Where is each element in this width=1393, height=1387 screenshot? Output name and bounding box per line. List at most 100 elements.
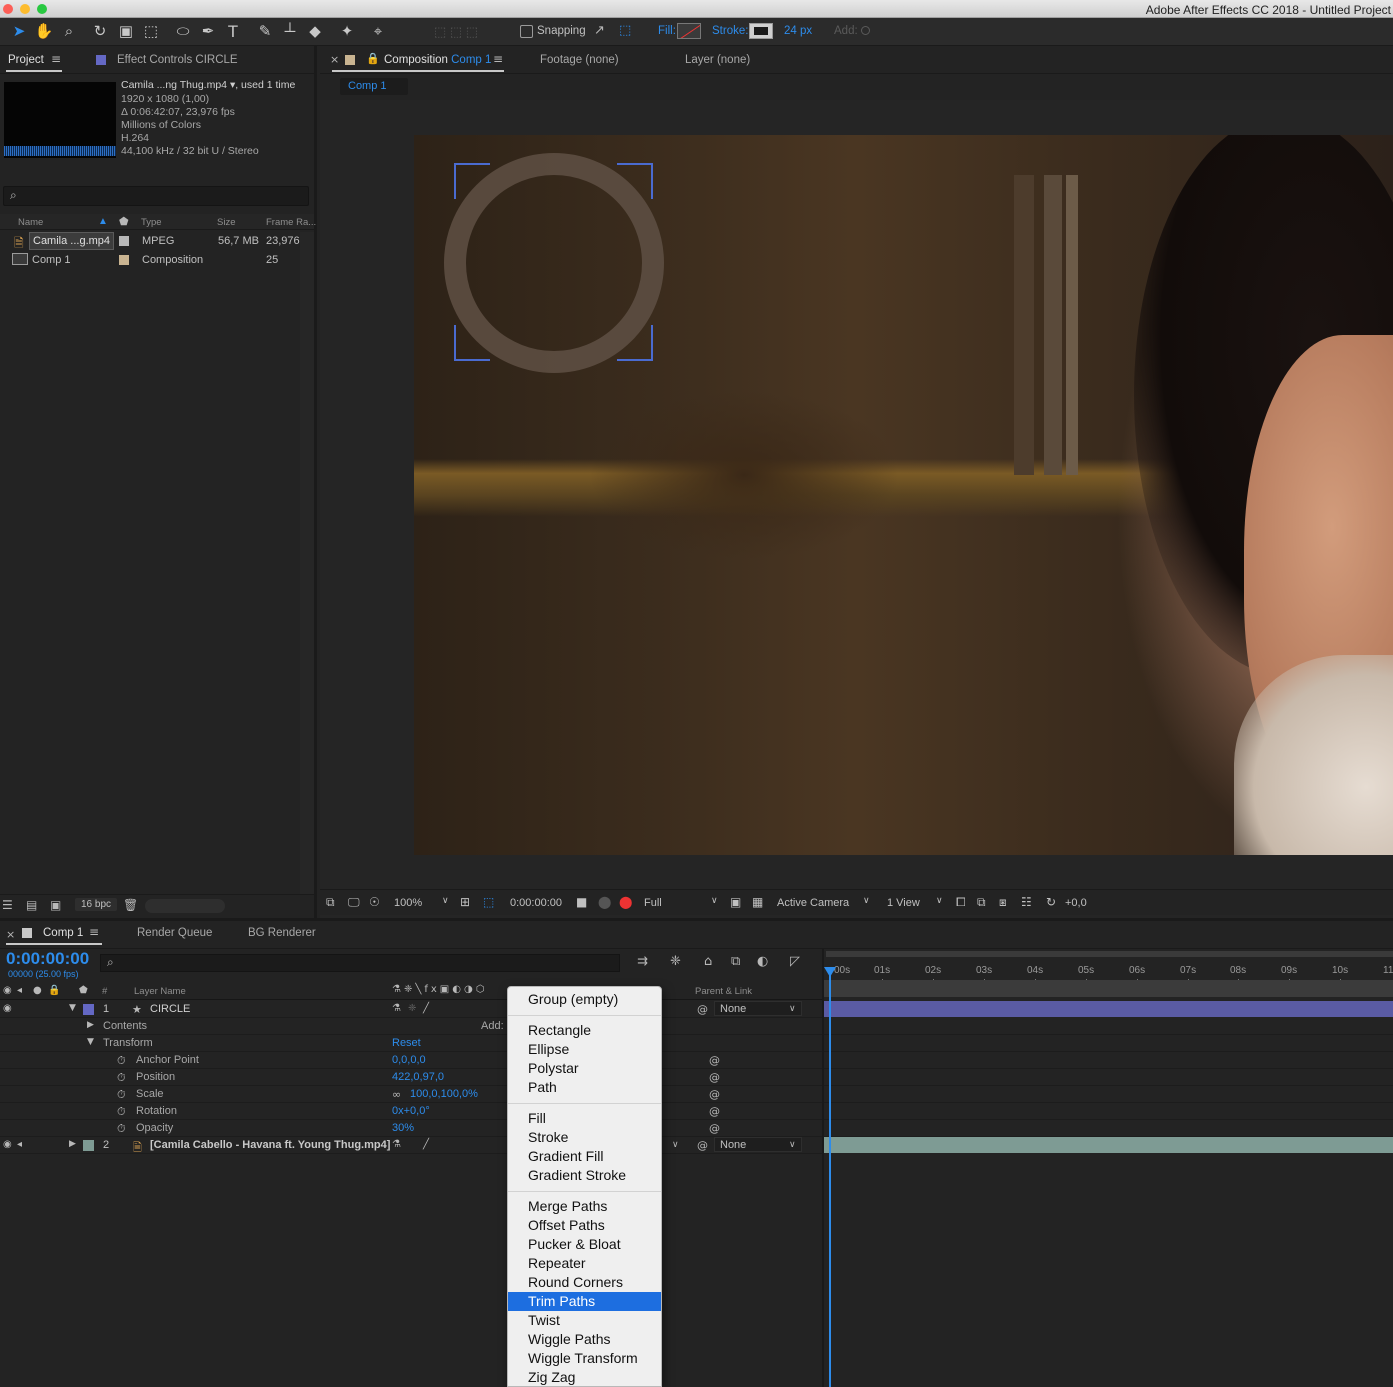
pan-behind-tool-icon[interactable]: ⬚ (140, 21, 162, 43)
audio-speaker-icon[interactable]: ◂ (17, 1139, 22, 1150)
composition-mini-flowchart-icon[interactable]: ⇉ (637, 954, 648, 969)
chevron-down-icon[interactable]: ∨ (672, 1140, 679, 1150)
label-color-swatch[interactable] (119, 236, 129, 246)
close-window-button[interactable] (3, 4, 13, 14)
lock-icon[interactable]: 🔒 (366, 52, 380, 65)
project-item-footage[interactable]: 🗎 Camila ...g.mp4 MPEG 56,7 MB 23,976 ☷ (0, 232, 314, 251)
chevron-down-icon[interactable]: ∨ (442, 896, 449, 906)
always-preview-icon[interactable]: ⧉ (326, 895, 335, 910)
hand-tool-icon[interactable]: ✋ (33, 21, 55, 43)
opacity-value[interactable]: 30% (392, 1122, 414, 1134)
chevron-down-icon[interactable]: ∨ (936, 896, 943, 906)
eye-icon[interactable]: ◉ (3, 1139, 12, 1150)
label-tag-icon[interactable]: ⬟ (119, 215, 129, 228)
quality-switch-icon[interactable]: ╱ (423, 1003, 429, 1014)
menu-item-offset-paths[interactable]: Offset Paths (508, 1216, 661, 1235)
fill-swatch[interactable] (677, 23, 701, 39)
menu-item-rectangle[interactable]: Rectangle (508, 1021, 661, 1040)
type-tool-icon[interactable]: T (222, 21, 244, 43)
layer-label-color[interactable] (83, 1140, 94, 1151)
label-color-swatch[interactable] (119, 255, 129, 265)
tab-layer[interactable]: Layer (none) (685, 54, 750, 66)
draft-3d-icon[interactable]: ❈ (670, 954, 681, 969)
pick-whip-icon[interactable]: @ (709, 1122, 720, 1135)
stopwatch-icon[interactable]: ⏱ (117, 1071, 126, 1085)
menu-item-gradient-fill[interactable]: Gradient Fill (508, 1147, 661, 1166)
tab-footage[interactable]: Footage (none) (540, 54, 619, 66)
shy-layers-icon[interactable]: ⌂ (704, 954, 712, 969)
menu-item-stroke[interactable]: Stroke (508, 1128, 661, 1147)
project-item-name[interactable]: Camila ...g.mp4 (29, 232, 115, 250)
composition-viewer[interactable] (320, 100, 1393, 933)
current-time-indicator[interactable] (824, 967, 836, 1387)
zoom-window-button[interactable] (37, 4, 47, 14)
col-layer-name[interactable]: Layer Name (134, 986, 186, 997)
pick-whip-icon[interactable]: @ (709, 1071, 720, 1084)
constrain-proportions-link-icon[interactable]: ∞ (392, 1088, 401, 1101)
video-visibility-icon[interactable]: ◉ (3, 985, 12, 996)
work-area-bar[interactable] (824, 980, 1393, 997)
anchor-point-row[interactable]: ⏱ Anchor Point 0,0,0,0 @ (0, 1052, 822, 1069)
pick-whip-icon[interactable]: @ (697, 1139, 708, 1152)
resolution-select[interactable]: Full (644, 897, 662, 909)
pen-tool-icon[interactable]: ✒ (197, 21, 219, 43)
chevron-down-icon[interactable]: ∨ (789, 1140, 796, 1150)
project-search-input[interactable]: ⌕ (3, 186, 309, 206)
bounding-box-corner[interactable] (454, 163, 490, 199)
frame-blending-icon[interactable]: ⧉ (731, 954, 740, 969)
fast-previews-icon[interactable]: ⧉ (977, 895, 986, 910)
pick-whip-icon[interactable]: @ (709, 1105, 720, 1118)
rotation-row[interactable]: ⏱ Rotation 0x+0,0° @ (0, 1103, 822, 1120)
panel-menu-icon[interactable]: ≡ (493, 52, 503, 66)
pick-whip-icon[interactable]: @ (709, 1054, 720, 1067)
label-tag-icon[interactable]: ⬟ (79, 985, 88, 996)
col-size[interactable]: Size (217, 217, 235, 228)
stopwatch-icon[interactable]: ⏱ (117, 1054, 126, 1068)
playhead-handle[interactable] (824, 967, 836, 977)
ellipse-tool-icon[interactable]: ⬭ (172, 21, 194, 43)
new-composition-icon[interactable]: ▣ (50, 898, 61, 912)
menu-item-polystar[interactable]: Polystar (508, 1059, 661, 1078)
col-type[interactable]: Type (141, 217, 162, 228)
stroke-swatch[interactable] (749, 23, 773, 39)
camera-tool-icon[interactable]: ▣ (115, 21, 137, 43)
menu-item-wiggle-paths[interactable]: Wiggle Paths (508, 1330, 661, 1349)
menu-item-round-corners[interactable]: Round Corners (508, 1273, 661, 1292)
puppet-pin-tool-icon[interactable]: ⌖ (367, 21, 389, 43)
chevron-down-icon[interactable]: ∨ (863, 896, 870, 906)
view-layout-select[interactable]: 1 View (887, 897, 920, 909)
position-value[interactable]: 422,0,97,0 (392, 1071, 444, 1083)
close-panel-icon[interactable]: × (330, 53, 339, 66)
contents-group-row[interactable]: ▶ Contents Add: (0, 1018, 822, 1035)
quality-switch-icon[interactable]: ╱ (423, 1139, 429, 1150)
solo-icon[interactable]: ● (33, 985, 42, 996)
camera-view-select[interactable]: Active Camera (777, 897, 849, 909)
menu-item-fill[interactable]: Fill (508, 1109, 661, 1128)
exposure-value[interactable]: +0,0 (1065, 897, 1087, 909)
resolution-grid-icon[interactable]: ⊞ (460, 895, 470, 909)
rotate-tool-icon[interactable]: ↻ (89, 21, 111, 43)
time-navigator[interactable] (826, 951, 1393, 957)
eye-icon[interactable]: ◉ (3, 1003, 12, 1014)
sort-ascending-icon[interactable]: ▲ (98, 216, 108, 227)
shy-switch-icon[interactable]: ⚗ (392, 1003, 401, 1014)
selection-tool-icon[interactable]: ➤ (8, 21, 30, 43)
color-channels-icon[interactable]: ⬤ (619, 895, 632, 909)
collapse-switch-icon[interactable]: ❈ (408, 1003, 416, 1014)
menu-item-gradient-stroke[interactable]: Gradient Stroke (508, 1166, 661, 1185)
show-snapshot-icon[interactable]: ⬤ (598, 895, 611, 909)
audio-icon[interactable]: ◂ (17, 985, 22, 996)
close-panel-icon[interactable]: × (6, 928, 15, 941)
menu-item-path[interactable]: Path (508, 1078, 661, 1097)
monitor-icon[interactable]: 🖵 (348, 895, 360, 910)
bounding-box-corner[interactable] (454, 325, 490, 361)
layer-label-color[interactable] (83, 1004, 94, 1015)
stopwatch-icon[interactable]: ⏱ (117, 1105, 126, 1119)
viewer-timecode[interactable]: 0:00:00:00 (510, 897, 562, 909)
expand-triangle-icon[interactable]: ▶ (69, 1139, 76, 1149)
menu-item-repeater[interactable]: Repeater (508, 1254, 661, 1273)
menu-item-zig-zag[interactable]: Zig Zag (508, 1368, 661, 1387)
menu-item-merge-paths[interactable]: Merge Paths (508, 1197, 661, 1216)
chevron-down-icon[interactable]: ∨ (711, 896, 718, 906)
tab-composition[interactable]: Composition Comp 1 (384, 54, 491, 66)
